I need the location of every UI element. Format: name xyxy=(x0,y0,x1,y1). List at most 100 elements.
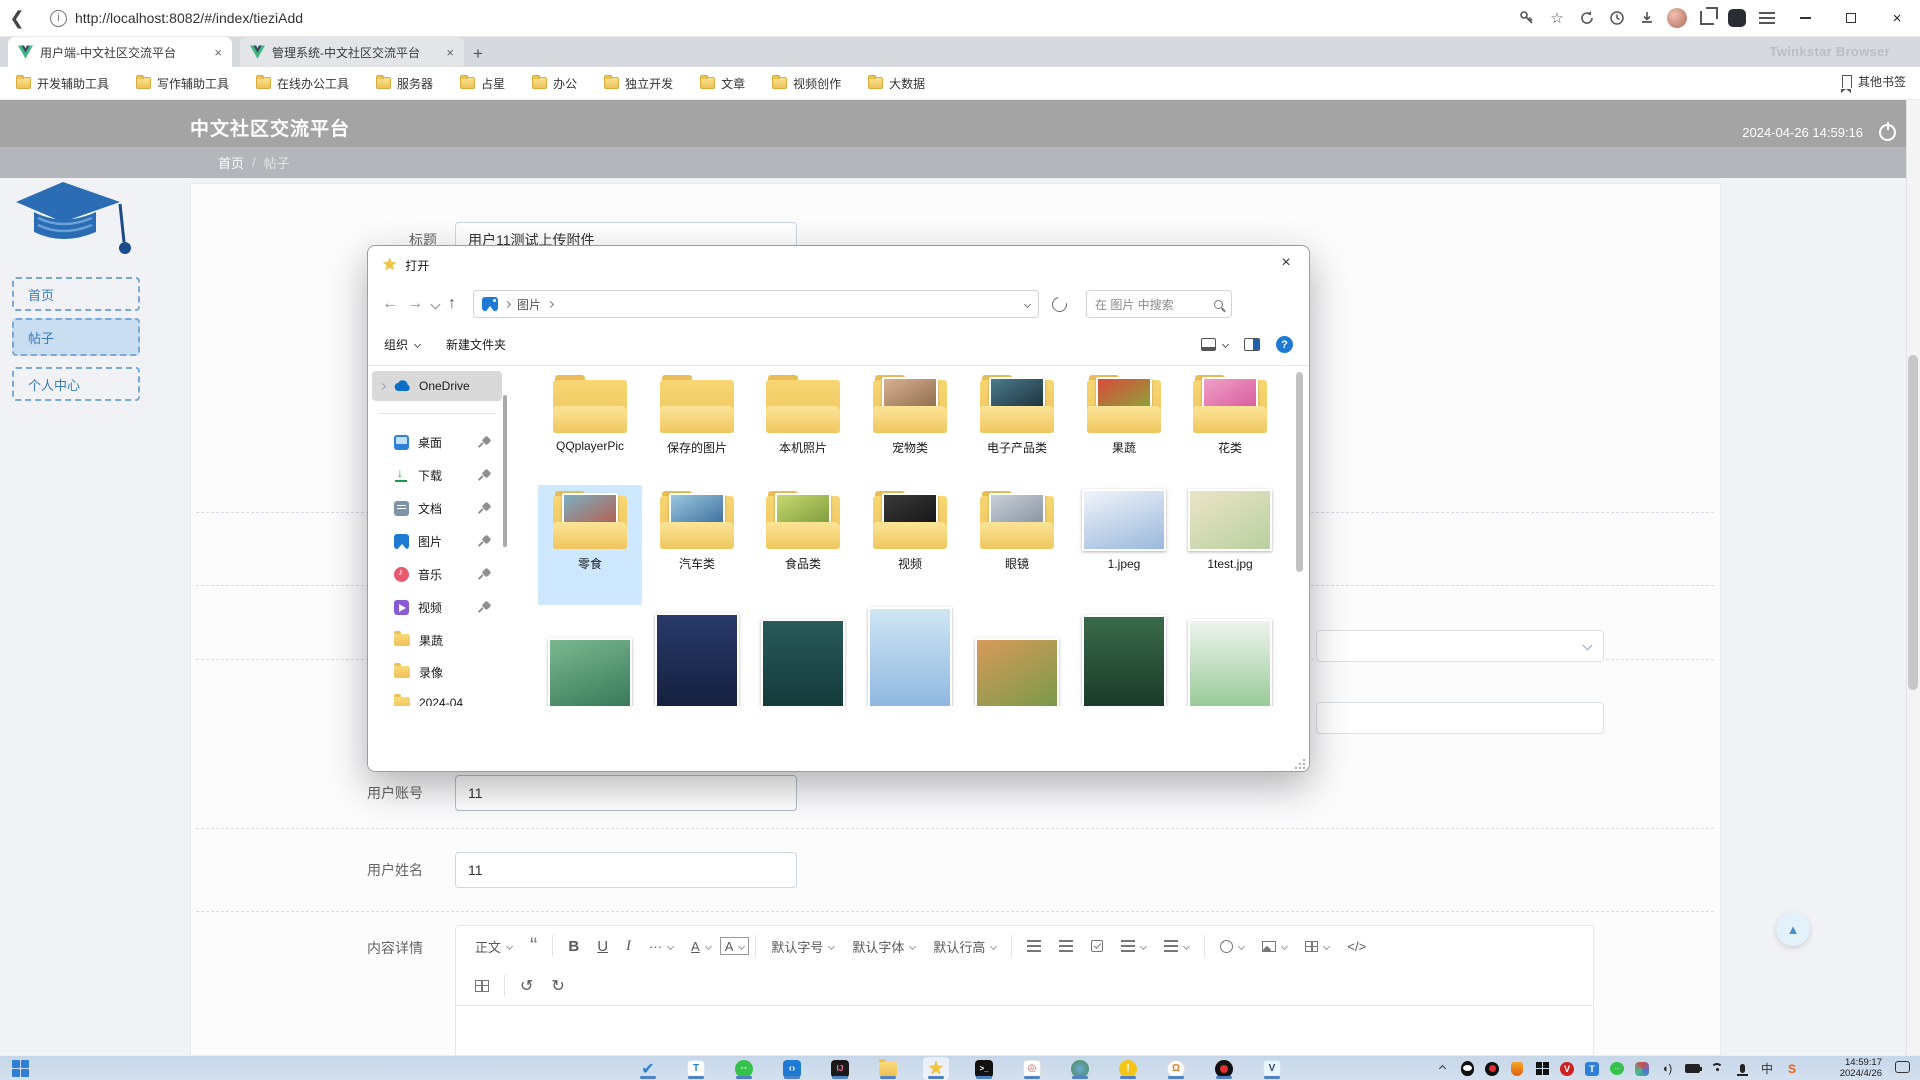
bookmark-item[interactable]: 大数据 xyxy=(868,75,925,92)
bookmark-item[interactable]: 视频创作 xyxy=(772,75,841,92)
sidebar-item-fruit[interactable]: 果蔬 xyxy=(368,625,502,655)
italic-button[interactable]: I xyxy=(617,932,640,960)
tab-admin-system[interactable]: 管理系统-中文社区交流平台 × xyxy=(240,37,464,67)
refresh-button[interactable] xyxy=(1049,294,1070,315)
nav-forward-button[interactable]: → xyxy=(407,295,423,313)
file-item-image[interactable] xyxy=(761,619,845,706)
window-maximize-button[interactable] xyxy=(1828,0,1874,36)
page-scrollbar-thumb[interactable] xyxy=(1908,355,1918,690)
file-grid-scrollbar[interactable] xyxy=(1296,372,1303,572)
intellij-idea-app-icon[interactable]: IJ xyxy=(827,1057,853,1080)
file-item-image[interactable] xyxy=(1082,615,1166,706)
new-folder-button[interactable]: 新建文件夹 xyxy=(446,336,506,353)
key-icon[interactable] xyxy=(1512,6,1542,30)
bookmark-item[interactable]: 文章 xyxy=(700,75,745,92)
redo-button[interactable]: ↻ xyxy=(542,972,573,1000)
search-box[interactable]: 在 图片 中搜索 xyxy=(1086,290,1232,318)
refresh-icon[interactable] xyxy=(1572,6,1602,30)
microphone-icon[interactable] xyxy=(1734,1061,1750,1077)
v-safe-tray-icon[interactable]: V xyxy=(1559,1061,1575,1077)
sidebar-item-recordings[interactable]: 录像 xyxy=(368,657,502,687)
file-item-folder[interactable]: 电子产品类 xyxy=(967,375,1067,456)
window-close-button[interactable]: × xyxy=(1874,0,1920,36)
file-item-folder[interactable]: 食品类 xyxy=(753,491,853,572)
file-item-image[interactable] xyxy=(975,638,1059,706)
url-text[interactable]: http://localhost:8082/#/index/tieziAdd xyxy=(75,10,303,26)
form-select[interactable] xyxy=(1316,630,1604,662)
insert-table-dropdown[interactable] xyxy=(1296,932,1338,960)
screen-record-app-icon[interactable] xyxy=(1211,1057,1237,1080)
wechat-tray-icon[interactable]: ·· xyxy=(1609,1061,1625,1077)
file-item-image[interactable] xyxy=(868,607,952,706)
account-field-input[interactable]: 11 xyxy=(455,775,797,811)
address-bar[interactable]: 图片 xyxy=(473,290,1039,318)
screenshot-crop-icon[interactable] xyxy=(1692,6,1722,30)
file-item-folder[interactable]: 本机照片 xyxy=(753,375,853,456)
align-dropdown[interactable] xyxy=(1112,932,1155,960)
sidebar-item-documents[interactable]: 文档 xyxy=(368,493,502,523)
file-item-folder[interactable]: QQplayerPic xyxy=(540,375,640,453)
bg-color-dropdown[interactable]: A xyxy=(720,937,750,955)
terminal-app-icon[interactable]: >_ xyxy=(971,1057,997,1080)
dialog-close-button[interactable]: × xyxy=(1263,246,1309,280)
sidebar-item-home[interactable]: 首页 xyxy=(12,277,140,311)
tencent-docs-app-icon[interactable]: T xyxy=(683,1057,709,1080)
bookmark-item[interactable]: 办公 xyxy=(532,75,577,92)
view-mode-dropdown[interactable] xyxy=(1201,338,1228,351)
other-bookmarks-button[interactable]: 其他书签 xyxy=(1842,73,1906,90)
address-path[interactable]: 图片 xyxy=(517,296,541,313)
browser-back-icon[interactable]: ❮ xyxy=(0,8,34,29)
bookmark-item[interactable]: 独立开发 xyxy=(604,75,673,92)
tray-expand-icon[interactable] xyxy=(1434,1061,1450,1077)
file-item-image[interactable] xyxy=(655,613,739,706)
file-item-folder[interactable]: 花类 xyxy=(1180,375,1280,456)
address-dropdown-icon[interactable] xyxy=(1024,301,1031,308)
tab-user-client[interactable]: 用户端-中文社区交流平台 × xyxy=(8,37,232,67)
expand-chevron-icon[interactable] xyxy=(379,382,386,389)
sidebar-item-posts[interactable]: 帖子 xyxy=(12,318,140,356)
nav-up-button[interactable]: ↑ xyxy=(448,295,456,313)
wechat-app-icon[interactable]: ·· xyxy=(731,1057,757,1080)
more-styles-dropdown[interactable]: ··· xyxy=(640,932,682,960)
font-family-dropdown[interactable]: 默认字体 xyxy=(843,932,924,960)
volume-icon[interactable]: ◖) xyxy=(1659,1061,1675,1077)
ime-frame-icon[interactable]: 中 xyxy=(1759,1061,1775,1077)
numbered-list-button[interactable] xyxy=(1050,932,1082,960)
file-item-image[interactable]: 1.jpeg xyxy=(1074,489,1174,571)
netease-music-app-icon[interactable] xyxy=(1067,1057,1093,1080)
file-item-image[interactable]: 1test.jpg xyxy=(1180,489,1280,571)
font-size-dropdown[interactable]: 默认字号 xyxy=(762,932,843,960)
sidebar-item-profile[interactable]: 个人中心 xyxy=(12,367,140,401)
indent-dropdown[interactable] xyxy=(1155,932,1198,960)
qq-tray-icon[interactable] xyxy=(1459,1061,1475,1077)
insert-image-dropdown[interactable] xyxy=(1253,932,1296,960)
bookmark-item[interactable]: 服务器 xyxy=(376,75,433,92)
bookmark-item[interactable]: 开发辅助工具 xyxy=(16,75,109,92)
bullet-list-button[interactable] xyxy=(1018,932,1050,960)
todo-check-app-icon[interactable]: ✔ xyxy=(635,1057,661,1080)
nav-history-chevron[interactable] xyxy=(431,299,441,309)
chat-app-icon[interactable]: Ω xyxy=(1163,1057,1189,1080)
taskbar-clock[interactable]: 14:59:17 2024/4/26 xyxy=(1840,1057,1882,1079)
name-field-input[interactable]: 11 xyxy=(455,852,797,888)
file-item-folder[interactable]: 宠物类 xyxy=(860,375,960,456)
breadcrumb-home[interactable]: 首页 xyxy=(218,153,244,172)
preview-pane-button[interactable] xyxy=(1244,338,1260,351)
organize-dropdown[interactable]: 组织 xyxy=(384,336,420,353)
file-item-folder[interactable]: 果蔬 xyxy=(1074,375,1174,456)
underline-button[interactable]: U xyxy=(588,932,617,960)
file-item-folder[interactable]: 眼镜 xyxy=(967,491,1067,572)
record-dot-tray-icon[interactable] xyxy=(1484,1061,1500,1077)
profile-avatar[interactable] xyxy=(1662,6,1692,30)
bookmark-star-icon[interactable]: ☆ xyxy=(1542,6,1572,30)
star-app-icon[interactable]: ★ xyxy=(923,1057,949,1080)
tab-close-icon[interactable]: × xyxy=(446,45,454,60)
dialog-title-bar[interactable]: ★ 打开 xyxy=(368,246,1309,284)
bookmark-item[interactable]: 占星 xyxy=(460,75,505,92)
wifi-icon[interactable] xyxy=(1709,1061,1725,1077)
sidebar-item-videos[interactable]: 视频 xyxy=(368,592,502,622)
cloud-app-icon[interactable]: ◎ xyxy=(1019,1057,1045,1080)
sidebar-item-desktop[interactable]: 桌面 xyxy=(368,427,502,457)
cloud-tray-icon[interactable] xyxy=(1634,1061,1650,1077)
tab-close-icon[interactable]: × xyxy=(214,45,222,60)
